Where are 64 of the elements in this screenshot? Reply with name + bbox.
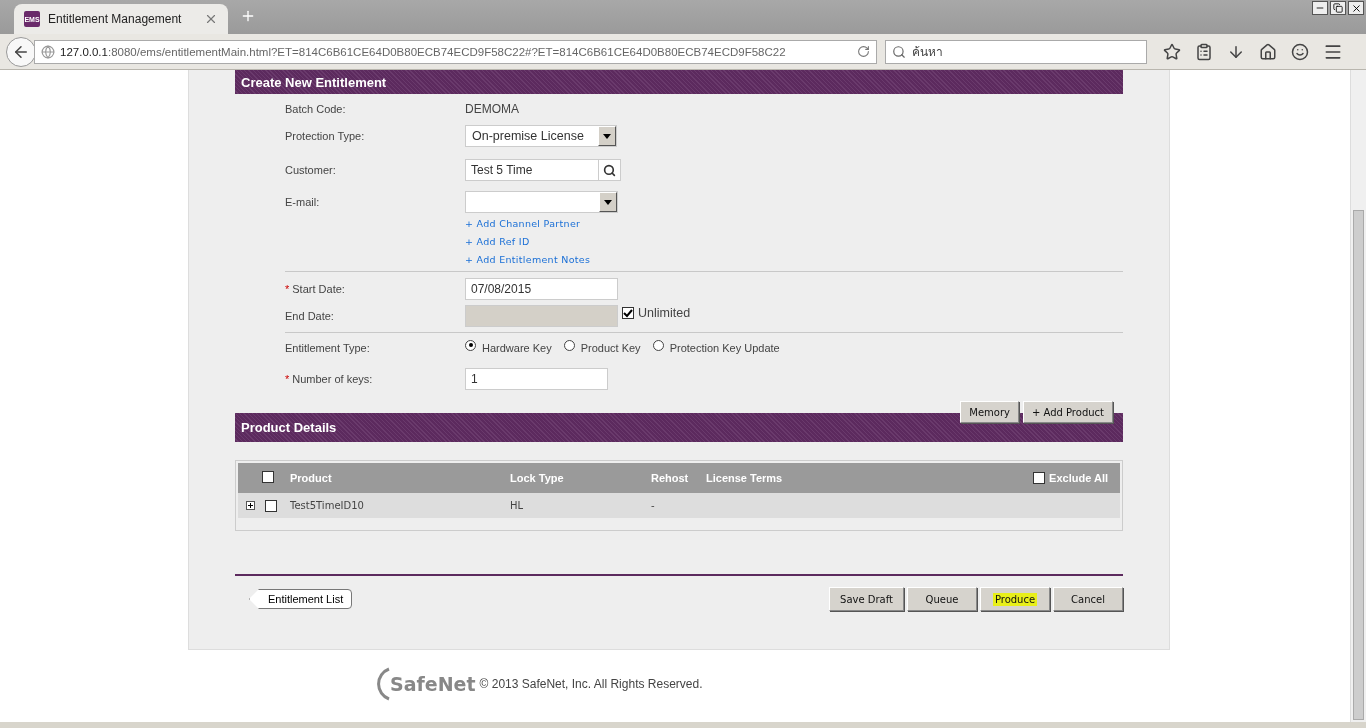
action-button[interactable]: Produce (980, 587, 1050, 611)
radio-button[interactable] (465, 339, 476, 351)
radio-label: Hardware Key (482, 342, 552, 354)
required-marker: * (285, 373, 290, 385)
radio-button[interactable] (652, 339, 664, 351)
protection-type-select[interactable]: On-premise License (465, 125, 617, 147)
section-header: Create New Entitlement (235, 70, 1123, 94)
caret-icon[interactable] (604, 199, 612, 205)
add-link[interactable]: + Add Channel Partner (465, 217, 581, 229)
star-icon[interactable] (1163, 42, 1181, 61)
back-button[interactable] (6, 36, 36, 67)
table-cell-text: Test5TimeID10 (290, 500, 365, 511)
action-button[interactable]: Save Draft (829, 587, 904, 611)
batch-code-value: DEMOMA (465, 102, 519, 116)
logo: SafeNet (376, 667, 476, 701)
field-label: Batch Code: (285, 103, 347, 115)
field-label: Customer: (285, 164, 337, 176)
radio-label: Protection Key Update (669, 342, 780, 354)
field-label: E-mail: (285, 196, 321, 208)
clipboard-icon[interactable] (1195, 42, 1213, 61)
toolbar-button[interactable]: + Add Product (1022, 401, 1113, 423)
customer-field[interactable]: Test 5 Time (465, 159, 599, 181)
copyright-text: © 2013 SafeNet, Inc. All Rights Reserved. (479, 677, 703, 691)
column-header: Lock Type (510, 472, 565, 484)
field-label: Protection Type: (285, 130, 366, 142)
tab-title: Entitlement Management (48, 12, 183, 26)
field-label: Start Date: (292, 283, 345, 295)
checkbox-label: Unlimited (638, 306, 691, 320)
smiley-icon[interactable] (1291, 42, 1309, 61)
search-placeholder: ค้นหา (912, 44, 943, 61)
caret-icon[interactable] (603, 133, 611, 139)
radio-button[interactable] (563, 339, 575, 351)
scrollbar[interactable] (1350, 70, 1366, 722)
column-header: Product (290, 472, 333, 484)
checkbox[interactable] (262, 471, 274, 483)
start-date-field[interactable]: 07/08/2015 (465, 278, 618, 300)
add-link[interactable]: + Add Ref ID (465, 235, 530, 247)
search-icon[interactable] (603, 163, 616, 177)
radio-label: Product Key (580, 342, 641, 354)
action-button[interactable]: Queue (907, 587, 977, 611)
search-field[interactable]: ค้นหา (885, 39, 1147, 64)
address-bar[interactable]: 127.0.0.1:8080/ems/entitlementMain.html?ET=814C6B61CE64D0B80ECB74ECD9F58C22#?ET=814C6B61CE64D0B80ECB74ECD9F58C22 (34, 39, 877, 64)
expand-icon[interactable] (246, 501, 255, 510)
checkbox[interactable] (265, 499, 277, 512)
search-icon (892, 44, 906, 59)
required-marker: * (285, 283, 290, 295)
number-of-keys-field[interactable]: 1 (465, 368, 608, 390)
add-link[interactable]: + Add Entitlement Notes (465, 253, 591, 265)
field-label: Number of keys: (292, 373, 373, 385)
globe-icon (41, 44, 55, 59)
field-label: Entitlement Type: (285, 342, 371, 354)
home-icon[interactable] (1259, 42, 1277, 61)
column-header: License Terms (706, 472, 784, 484)
checkbox[interactable] (1033, 472, 1046, 484)
toolbar-button[interactable]: Memory (960, 401, 1019, 423)
column-header: Rehost (651, 472, 690, 484)
table-cell-text: - (651, 500, 656, 511)
checkbox-label: Exclude All (1049, 472, 1108, 484)
back-link-button[interactable]: Entitlement List (249, 589, 353, 609)
action-button[interactable]: Cancel (1053, 587, 1123, 611)
table-cell-text: HL (510, 500, 525, 511)
reload-icon[interactable] (857, 45, 870, 58)
search-button[interactable] (599, 159, 621, 181)
field-label: End Date: (285, 310, 335, 322)
